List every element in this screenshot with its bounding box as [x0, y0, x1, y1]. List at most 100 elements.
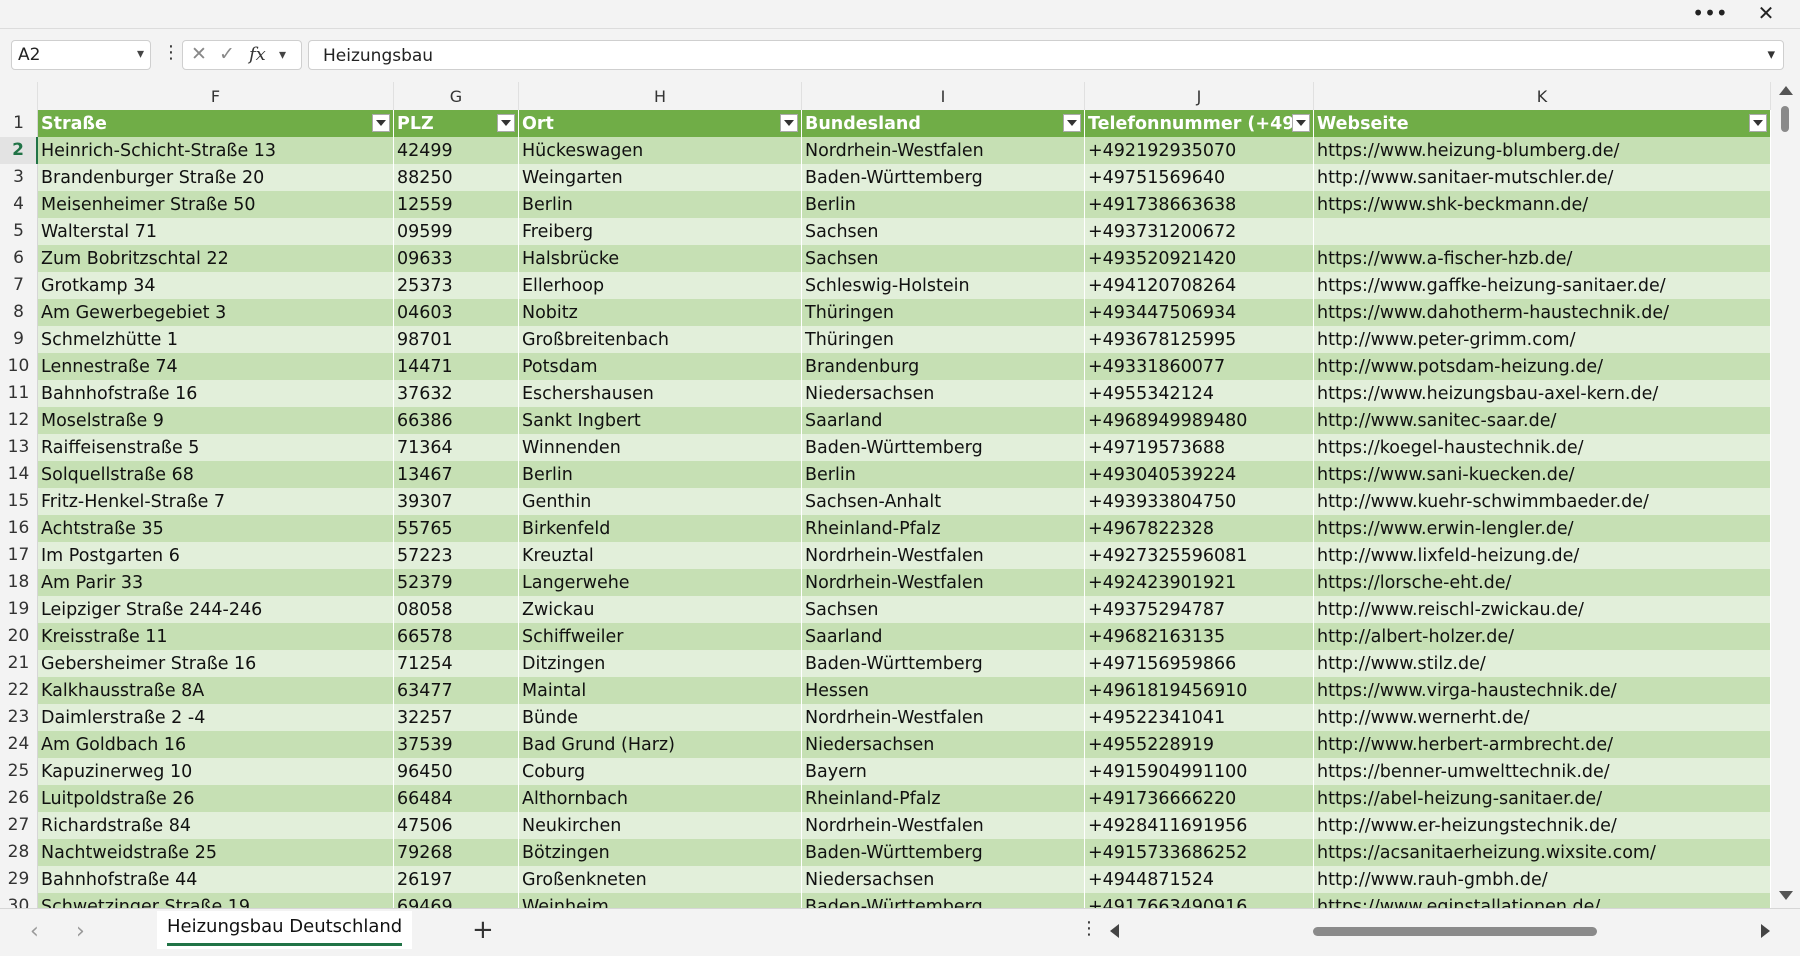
table-cell[interactable]: Nordrhein-Westfalen — [802, 542, 1085, 569]
scroll-up-icon[interactable] — [1779, 86, 1793, 95]
table-cell[interactable]: https://acsanitaerheizung.wixsite.com/ — [1314, 839, 1771, 866]
table-cell[interactable]: https://www.erwin-lengler.de/ — [1314, 515, 1771, 542]
header-cell[interactable]: Telefonnummer (+49) — [1085, 110, 1314, 137]
table-cell[interactable]: http://www.potsdam-heizung.de/ — [1314, 353, 1771, 380]
table-cell[interactable]: Birkenfeld — [519, 515, 802, 542]
table-cell[interactable]: 96450 — [394, 758, 519, 785]
table-cell[interactable]: +493731200672 — [1085, 218, 1314, 245]
table-cell[interactable]: +493678125995 — [1085, 326, 1314, 353]
filter-dropdown-icon[interactable] — [780, 114, 798, 132]
table-cell[interactable]: https://www.heizungsbau-axel-kern.de/ — [1314, 380, 1771, 407]
table-cell[interactable]: +49375294787 — [1085, 596, 1314, 623]
table-cell[interactable]: 66386 — [394, 407, 519, 434]
table-cell[interactable]: Daimlerstraße 2 -4 — [38, 704, 394, 731]
row-number[interactable]: 19 — [0, 596, 38, 623]
table-cell[interactable]: Winnenden — [519, 434, 802, 461]
table-cell[interactable]: 13467 — [394, 461, 519, 488]
table-cell[interactable]: 32257 — [394, 704, 519, 731]
header-cell[interactable]: Straße — [38, 110, 394, 137]
table-cell[interactable]: +4955342124 — [1085, 380, 1314, 407]
table-cell[interactable]: 42499 — [394, 137, 519, 164]
table-cell[interactable]: Baden-Württemberg — [802, 893, 1085, 908]
table-cell[interactable]: Kreuztal — [519, 542, 802, 569]
table-cell[interactable]: https://www.virga-haustechnik.de/ — [1314, 677, 1771, 704]
table-cell[interactable]: +4968949989480 — [1085, 407, 1314, 434]
table-cell[interactable]: Hessen — [802, 677, 1085, 704]
row-number[interactable]: 7 — [0, 272, 38, 299]
table-cell[interactable]: Bad Grund (Harz) — [519, 731, 802, 758]
table-cell[interactable]: Brandenburg — [802, 353, 1085, 380]
table-cell[interactable]: http://www.herbert-armbrecht.de/ — [1314, 731, 1771, 758]
insert-function-icon[interactable]: fx — [249, 44, 266, 65]
table-cell[interactable]: Thüringen — [802, 326, 1085, 353]
table-cell[interactable]: Großbreitenbach — [519, 326, 802, 353]
table-cell[interactable]: Eschershausen — [519, 380, 802, 407]
cancel-icon[interactable]: ✕ — [191, 43, 207, 65]
table-cell[interactable]: Ellerhoop — [519, 272, 802, 299]
table-cell[interactable]: https://www.shk-beckmann.de/ — [1314, 191, 1771, 218]
row-number[interactable]: 22 — [0, 677, 38, 704]
table-cell[interactable]: Thüringen — [802, 299, 1085, 326]
table-cell[interactable]: https://www.a-fischer-hzb.de/ — [1314, 245, 1771, 272]
table-cell[interactable]: Schmelzhütte 1 — [38, 326, 394, 353]
table-cell[interactable]: http://www.kuehr-schwimmbaeder.de/ — [1314, 488, 1771, 515]
table-cell[interactable]: +4927325596081 — [1085, 542, 1314, 569]
chevron-down-icon[interactable]: ▾ — [137, 46, 144, 62]
table-cell[interactable]: 88250 — [394, 164, 519, 191]
filter-dropdown-icon[interactable] — [1292, 114, 1310, 132]
header-cell[interactable]: PLZ — [394, 110, 519, 137]
table-cell[interactable]: http://www.wernerht.de/ — [1314, 704, 1771, 731]
add-sheet-button[interactable]: + — [472, 915, 494, 945]
scroll-thumb[interactable] — [1781, 106, 1789, 132]
table-cell[interactable]: Richardstraße 84 — [38, 812, 394, 839]
table-cell[interactable]: Bahnhofstraße 44 — [38, 866, 394, 893]
column-header[interactable]: G — [394, 82, 519, 110]
table-cell[interactable]: Halsbrücke — [519, 245, 802, 272]
table-cell[interactable]: +494120708264 — [1085, 272, 1314, 299]
table-cell[interactable]: 09633 — [394, 245, 519, 272]
table-cell[interactable]: Nordrhein-Westfalen — [802, 812, 1085, 839]
table-cell[interactable]: 09599 — [394, 218, 519, 245]
table-cell[interactable]: http://www.stilz.de/ — [1314, 650, 1771, 677]
table-cell[interactable]: 79268 — [394, 839, 519, 866]
table-cell[interactable]: +49682163135 — [1085, 623, 1314, 650]
table-cell[interactable]: https://www.sani-kuecken.de/ — [1314, 461, 1771, 488]
vertical-dots-icon[interactable]: ⋮ — [162, 44, 180, 62]
table-cell[interactable]: https://koegel-haustechnik.de/ — [1314, 434, 1771, 461]
filter-dropdown-icon[interactable] — [497, 114, 515, 132]
table-cell[interactable]: 57223 — [394, 542, 519, 569]
table-cell[interactable]: 98701 — [394, 326, 519, 353]
table-cell[interactable]: +492192935070 — [1085, 137, 1314, 164]
table-cell[interactable]: 71364 — [394, 434, 519, 461]
table-cell[interactable]: Schwetzinger Straße 19 — [38, 893, 394, 908]
row-number[interactable]: 12 — [0, 407, 38, 434]
table-cell[interactable]: Im Postgarten 6 — [38, 542, 394, 569]
table-cell[interactable]: +492423901921 — [1085, 569, 1314, 596]
header-cell[interactable]: Ort — [519, 110, 802, 137]
next-sheet-icon[interactable]: › — [76, 919, 85, 944]
table-cell[interactable]: Achtstraße 35 — [38, 515, 394, 542]
table-cell[interactable] — [1314, 218, 1771, 245]
table-cell[interactable]: Am Goldbach 16 — [38, 731, 394, 758]
table-cell[interactable]: Weinheim — [519, 893, 802, 908]
table-cell[interactable]: Brandenburger Straße 20 — [38, 164, 394, 191]
table-cell[interactable]: Gebersheimer Straße 16 — [38, 650, 394, 677]
previous-sheet-icon[interactable]: ‹ — [30, 919, 39, 944]
row-number[interactable]: 1 — [0, 110, 38, 137]
table-cell[interactable]: 39307 — [394, 488, 519, 515]
column-header[interactable]: I — [802, 82, 1085, 110]
table-cell[interactable]: Baden-Württemberg — [802, 839, 1085, 866]
table-cell[interactable]: Weingarten — [519, 164, 802, 191]
table-cell[interactable]: +4944871524 — [1085, 866, 1314, 893]
table-cell[interactable]: Niedersachsen — [802, 731, 1085, 758]
row-number[interactable]: 14 — [0, 461, 38, 488]
row-number[interactable]: 17 — [0, 542, 38, 569]
table-cell[interactable]: Sachsen — [802, 245, 1085, 272]
select-all-corner[interactable] — [0, 82, 38, 110]
table-cell[interactable]: Nordrhein-Westfalen — [802, 704, 1085, 731]
column-header[interactable]: F — [38, 82, 394, 110]
table-cell[interactable]: Sankt Ingbert — [519, 407, 802, 434]
table-cell[interactable]: 71254 — [394, 650, 519, 677]
table-cell[interactable]: Bünde — [519, 704, 802, 731]
table-cell[interactable]: Maintal — [519, 677, 802, 704]
